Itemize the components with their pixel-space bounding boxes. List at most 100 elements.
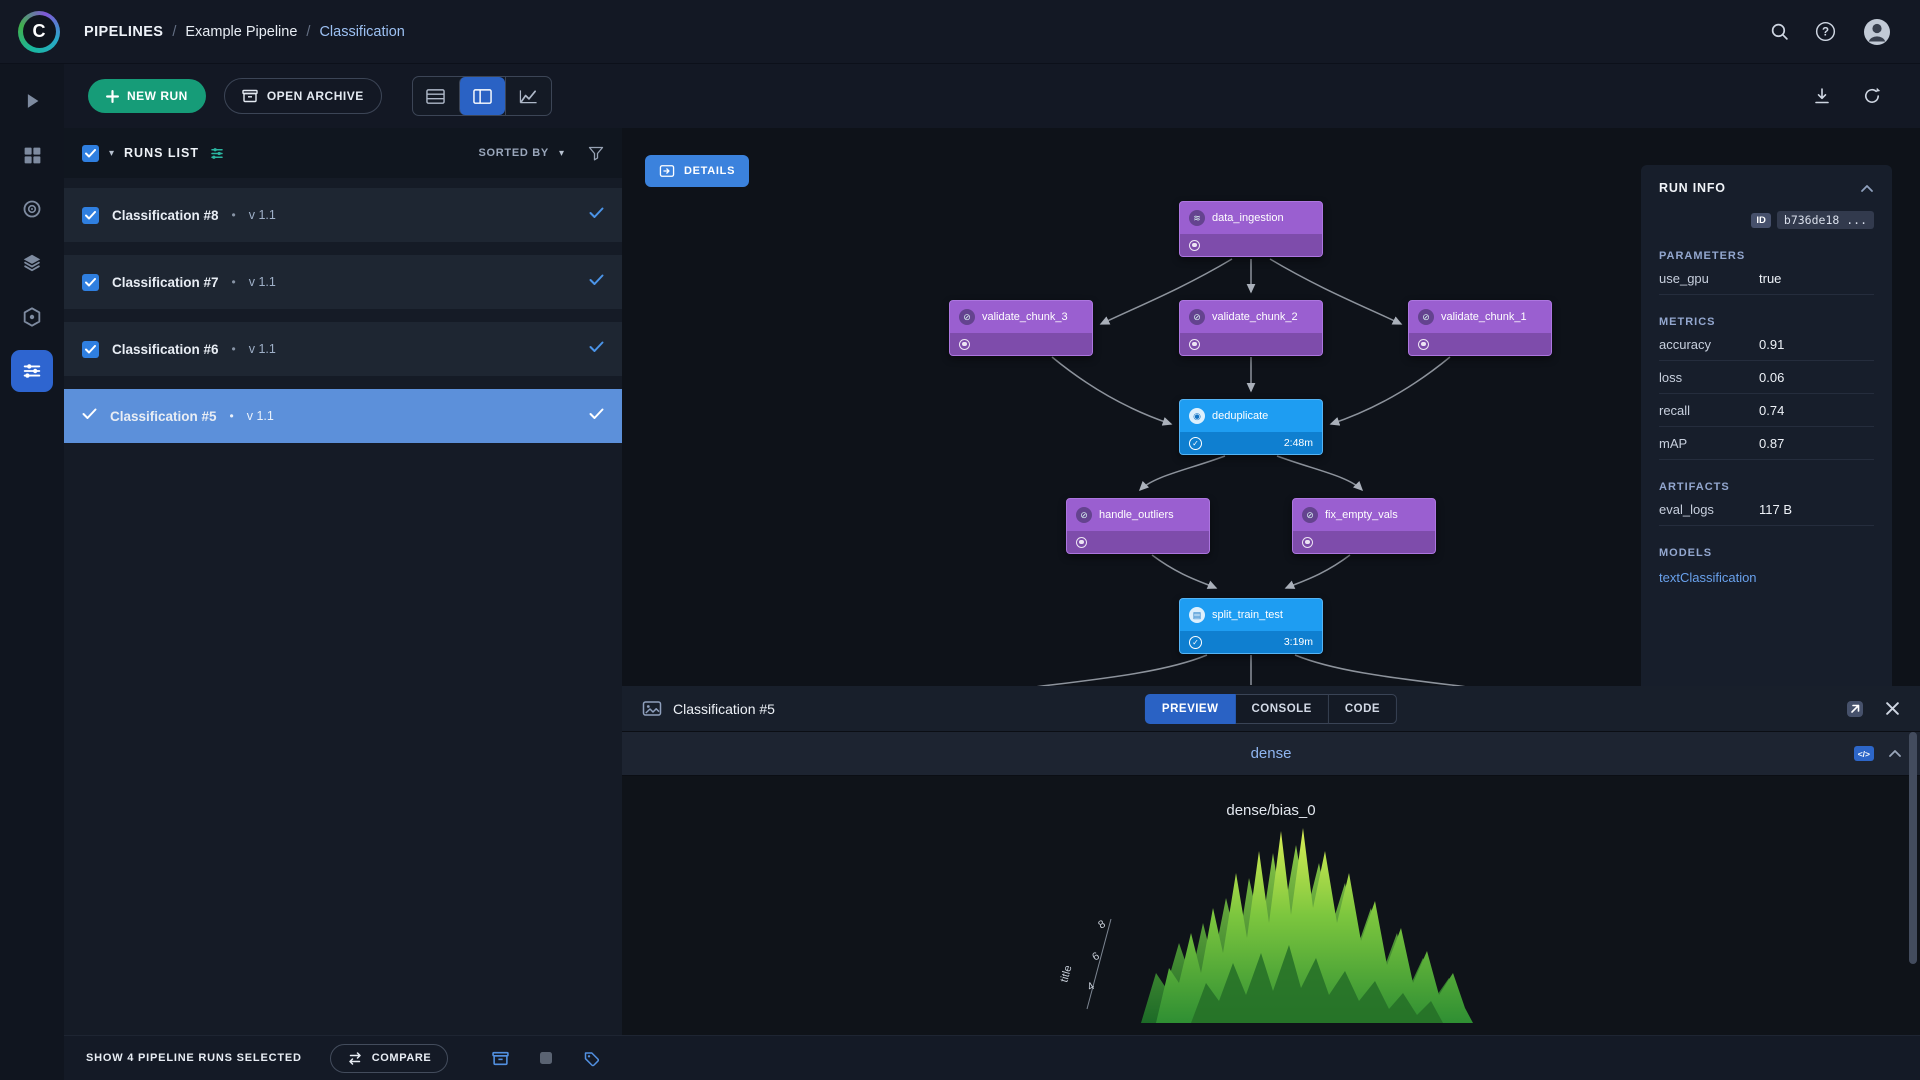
breadcrumb-separator: / [306, 24, 310, 40]
plot-area[interactable]: dense/bias_0 8 6 4 title [622, 776, 1920, 1035]
sorted-by-caret-icon[interactable]: ▾ [559, 148, 564, 159]
metric-key: loss [1659, 370, 1759, 385]
view-toggle-group [412, 76, 552, 116]
download-icon[interactable] [1812, 86, 1832, 106]
metric-row: accuracy 0.91 [1659, 328, 1874, 361]
pipeline-dag-canvas[interactable]: DETAILS ≋data_ingestion ⊘valid [622, 128, 1920, 686]
filter-icon[interactable] [588, 146, 604, 161]
node-label: data_ingestion [1212, 212, 1284, 224]
node-label: validate_chunk_2 [1212, 311, 1298, 323]
selection-status[interactable]: SHOW 4 PIPELINE RUNS SELECTED [86, 1052, 302, 1064]
dag-node-deduplicate[interactable]: ◉deduplicate ✓2:48m [1179, 399, 1323, 455]
table-view-icon[interactable] [413, 77, 459, 115]
dag-node-validate-chunk-3[interactable]: ⊘validate_chunk_3 [949, 300, 1093, 356]
sorted-by-dropdown[interactable]: SORTED BY [478, 147, 548, 159]
dag-node-fix-empty-vals[interactable]: ⊘ fix_empty_vals [1292, 498, 1436, 554]
status-cached-icon [1076, 537, 1087, 548]
help-icon[interactable]: ? [1815, 21, 1836, 42]
tab-preview[interactable]: PREVIEW [1145, 694, 1236, 724]
chart-view-icon[interactable] [505, 77, 551, 115]
plot-title: dense/bias_0 [622, 802, 1920, 819]
nav-hyperdatasets-icon[interactable] [11, 188, 53, 230]
fix-empty-vals-icon: ⊘ [1302, 507, 1318, 523]
split-train-test-icon: ▤ [1189, 607, 1205, 623]
run-info-title: RUN INFO [1659, 181, 1726, 195]
runs-list-header: ▾ RUNS LIST SORTED BY ▾ [64, 128, 622, 178]
compare-button[interactable]: COMPARE [330, 1044, 449, 1073]
user-avatar[interactable] [1862, 17, 1892, 47]
run-row-classification-7[interactable]: Classification #7 • v 1.1 [64, 255, 622, 309]
search-icon[interactable] [1770, 22, 1789, 41]
run-row-classification-8[interactable]: Classification #8 • v 1.1 [64, 188, 622, 242]
code-toggle-icon[interactable]: </> [1854, 746, 1874, 761]
metric-group-header[interactable]: dense </> [622, 732, 1920, 776]
run-status-check-icon [589, 273, 604, 291]
scrollbar-thumb[interactable] [1909, 732, 1917, 964]
tag-action-icon[interactable] [583, 1050, 600, 1067]
nav-models-icon[interactable] [11, 296, 53, 338]
model-link[interactable]: textClassification [1659, 570, 1874, 585]
logo-letter: C [23, 15, 56, 48]
run-name: Classification #5 [110, 409, 217, 424]
validate-icon: ⊘ [959, 309, 975, 325]
status-cached-icon [1189, 339, 1200, 350]
run-name: Classification #7 [112, 275, 219, 290]
run-info-panel: RUN INFO ID b736de18 ... PARAMETERS use_… [1641, 165, 1892, 686]
run-checkbox[interactable] [82, 274, 99, 291]
dag-node-validate-chunk-1[interactable]: ⊘validate_chunk_1 [1408, 300, 1552, 356]
node-label: handle_outliers [1099, 509, 1174, 521]
breadcrumb-project[interactable]: Example Pipeline [185, 24, 297, 40]
close-icon[interactable] [1885, 701, 1900, 716]
node-label: fix_empty_vals [1325, 509, 1398, 521]
preview-header-actions [1845, 699, 1900, 719]
run-checkbox[interactable] [82, 207, 99, 224]
run-row-classification-5-selected[interactable]: Classification #5 • v 1.1 [64, 389, 622, 443]
run-checkbox[interactable] [82, 341, 99, 358]
select-all-caret-icon[interactable]: ▾ [109, 148, 114, 159]
runs-list: Classification #8 • v 1.1 Classification… [64, 178, 622, 443]
nav-projects-icon[interactable] [11, 242, 53, 284]
nav-pipelines-icon[interactable] [11, 350, 53, 392]
topbar-actions: ? [1770, 17, 1902, 47]
split-view-icon[interactable] [459, 77, 505, 115]
dag-node-handle-outliers[interactable]: ⊘handle_outliers [1066, 498, 1210, 554]
dag-node-validate-chunk-2[interactable]: ⊘validate_chunk_2 [1179, 300, 1323, 356]
collapse-section-chevron-icon[interactable] [1888, 749, 1902, 758]
new-run-button[interactable]: NEW RUN [88, 79, 206, 113]
metric-value: 0.74 [1759, 403, 1784, 418]
auto-refresh-icon[interactable] [1862, 86, 1882, 106]
node-label: validate_chunk_1 [1441, 311, 1527, 323]
run-version: v 1.1 [247, 409, 274, 423]
compare-label: COMPARE [372, 1052, 432, 1064]
details-label: DETAILS [684, 165, 735, 177]
nav-datasets-icon[interactable] [11, 134, 53, 176]
breadcrumb: PIPELINES / Example Pipeline / Classific… [84, 24, 405, 40]
selected-check-icon [82, 407, 97, 425]
breadcrumb-pipelines[interactable]: PIPELINES [84, 24, 163, 40]
dag-node-split-train-test[interactable]: ▤split_train_test ✓3:19m [1179, 598, 1323, 654]
nav-getting-started-icon[interactable] [11, 80, 53, 122]
clearml-logo-icon[interactable]: C [18, 11, 60, 53]
tab-console[interactable]: CONSOLE [1235, 694, 1328, 724]
deduplicate-icon: ◉ [1189, 408, 1205, 424]
metric-row: mAP 0.87 [1659, 427, 1874, 460]
diff-sort-icon[interactable] [209, 146, 225, 161]
select-all-checkbox[interactable] [82, 145, 99, 162]
run-id-value[interactable]: b736de18 ... [1777, 211, 1874, 229]
breadcrumb-pipeline[interactable]: Classification [319, 24, 404, 40]
expand-panel-icon[interactable] [1845, 699, 1865, 719]
run-version: v 1.1 [249, 342, 276, 356]
details-button[interactable]: DETAILS [645, 155, 749, 187]
plus-icon [106, 90, 119, 103]
run-row-classification-6[interactable]: Classification #6 • v 1.1 [64, 322, 622, 376]
bullet-separator: • [232, 342, 236, 356]
collapse-chevron-up-icon[interactable] [1860, 184, 1874, 193]
run-status-check-icon [589, 340, 604, 358]
open-archive-button[interactable]: OPEN ARCHIVE [224, 78, 382, 114]
dag-node-data-ingestion[interactable]: ≋data_ingestion [1179, 201, 1323, 257]
metric-key: mAP [1659, 436, 1759, 451]
tab-code[interactable]: CODE [1329, 694, 1397, 724]
surface-plot[interactable]: 8 6 4 title [951, 823, 1591, 1023]
abort-action-icon[interactable] [539, 1051, 553, 1065]
archive-action-icon[interactable] [492, 1050, 509, 1067]
